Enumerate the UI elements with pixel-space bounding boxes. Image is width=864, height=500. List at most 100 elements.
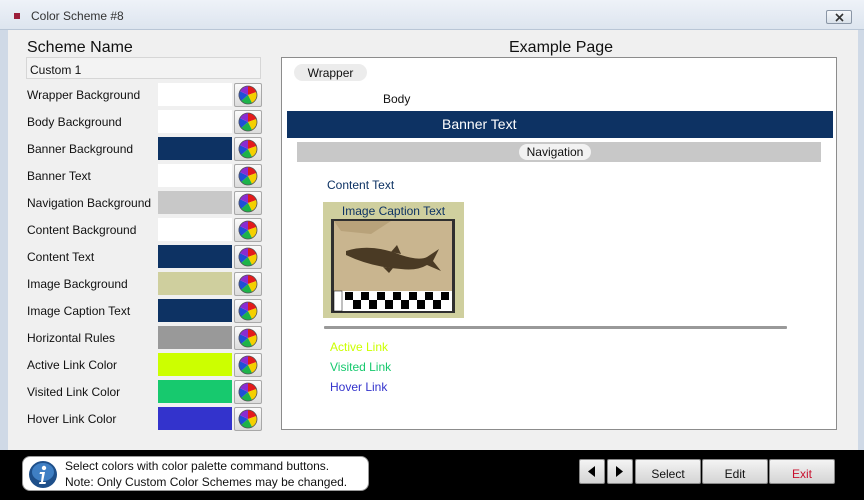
color-row: Visited Link Color <box>27 380 263 404</box>
color-palette-button[interactable] <box>234 218 262 242</box>
color-row-label: Image Background <box>27 277 128 291</box>
color-row-label: Horizontal Rules <box>27 331 116 345</box>
color-row: Wrapper Background <box>27 83 263 107</box>
close-icon <box>835 13 844 22</box>
color-wheel-icon <box>238 355 258 375</box>
color-row-label: Body Background <box>27 115 122 129</box>
color-row-label: Visited Link Color <box>27 385 121 399</box>
color-swatch <box>158 353 232 376</box>
color-palette-button[interactable] <box>234 164 262 188</box>
color-palette-button[interactable] <box>234 272 262 296</box>
color-wheel-icon <box>238 274 258 294</box>
color-swatch <box>158 245 232 268</box>
color-row-label: Content Background <box>27 223 137 237</box>
color-row-label: Hover Link Color <box>27 412 117 426</box>
color-palette-button[interactable] <box>234 110 262 134</box>
app-icon <box>14 13 20 19</box>
color-palette-button[interactable] <box>234 83 262 107</box>
color-row-label: Image Caption Text <box>27 304 131 318</box>
color-wheel-icon <box>238 328 258 348</box>
color-wheel-icon <box>238 139 258 159</box>
color-row: Image Caption Text <box>27 299 263 323</box>
exit-button[interactable]: Exit <box>769 459 835 484</box>
color-wheel-icon <box>238 166 258 186</box>
wrapper-label: Wrapper <box>294 64 367 81</box>
image-caption: Image Caption Text <box>341 204 446 218</box>
next-button[interactable] <box>607 459 633 484</box>
color-palette-button[interactable] <box>234 380 262 404</box>
color-wheel-icon <box>238 220 258 240</box>
navigation-label: Navigation <box>519 144 591 160</box>
image-preview: Image Caption Text <box>323 202 464 318</box>
content-text: Content Text <box>327 178 395 192</box>
edit-button[interactable]: Edit <box>702 459 768 484</box>
info-message: Select colors with color palette command… <box>22 456 369 491</box>
arrow-left-icon <box>588 466 595 477</box>
color-row-label: Banner Background <box>27 142 134 156</box>
color-swatch <box>158 407 232 430</box>
info-icon <box>29 461 57 488</box>
arrow-right-icon <box>616 466 623 477</box>
select-button[interactable]: Select <box>635 459 701 484</box>
banner-text: Banner Text <box>442 116 517 132</box>
color-row: Horizontal Rules <box>27 326 263 350</box>
color-row: Banner Text <box>27 164 263 188</box>
body-label: Body <box>383 92 411 106</box>
color-swatch <box>158 299 232 322</box>
color-wheel-icon <box>238 301 258 321</box>
example-page-heading: Example Page <box>509 39 614 56</box>
color-palette-button[interactable] <box>234 137 262 161</box>
footer-bar: Select colors with color palette command… <box>0 450 864 500</box>
close-button[interactable] <box>826 10 852 24</box>
color-palette-button[interactable] <box>234 407 262 431</box>
hover-link[interactable]: Hover Link <box>330 380 387 394</box>
active-link[interactable]: Active Link <box>330 340 388 354</box>
fossil-fish-photo <box>331 219 455 313</box>
color-palette-button[interactable] <box>234 191 262 215</box>
color-row-label: Banner Text <box>27 169 91 183</box>
info-line-2: Note: Only Custom Color Schemes may be c… <box>65 475 348 489</box>
color-row: Hover Link Color <box>27 407 263 431</box>
color-wheel-icon <box>238 85 258 105</box>
color-palette-button[interactable] <box>234 245 262 269</box>
color-wheel-icon <box>238 112 258 132</box>
horizontal-rule <box>324 326 787 329</box>
color-row: Image Background <box>27 272 263 296</box>
color-swatch <box>158 83 232 106</box>
info-line-1: Select colors with color palette command… <box>65 459 330 473</box>
scheme-name-input[interactable] <box>26 57 261 79</box>
color-row-label: Active Link Color <box>27 358 118 372</box>
color-swatch <box>158 218 232 241</box>
color-swatch <box>158 191 232 214</box>
color-row: Banner Background <box>27 137 263 161</box>
color-wheel-icon <box>238 382 258 402</box>
color-row: Body Background <box>27 110 263 134</box>
visited-link[interactable]: Visited Link <box>330 360 391 374</box>
color-row-label: Wrapper Background <box>27 88 141 102</box>
color-swatch <box>158 380 232 403</box>
title-bar: Color Scheme #8 <box>0 0 864 30</box>
example-page-preview: Wrapper Body Banner Text Navigation Cont… <box>281 57 837 430</box>
color-row: Content Text <box>27 245 263 269</box>
scheme-name-heading: Scheme Name <box>27 39 133 56</box>
color-row-label: Navigation Background <box>27 196 152 210</box>
color-wheel-icon <box>238 409 258 429</box>
color-wheel-icon <box>238 247 258 267</box>
color-swatch <box>158 326 232 349</box>
color-row: Navigation Background <box>27 191 263 215</box>
color-row-label: Content Text <box>27 250 95 264</box>
previous-button[interactable] <box>579 459 605 484</box>
color-swatch <box>158 164 232 187</box>
color-row: Active Link Color <box>27 353 263 377</box>
navigation-preview: Navigation <box>297 142 821 162</box>
color-swatch <box>158 272 232 295</box>
color-wheel-icon <box>238 193 258 213</box>
color-palette-button[interactable] <box>234 326 262 350</box>
color-palette-button[interactable] <box>234 353 262 377</box>
color-swatch <box>158 110 232 133</box>
color-swatch <box>158 137 232 160</box>
color-row: Content Background <box>27 218 263 242</box>
window-title: Color Scheme #8 <box>31 9 124 23</box>
banner-preview: Banner Text <box>287 111 833 138</box>
color-palette-button[interactable] <box>234 299 262 323</box>
